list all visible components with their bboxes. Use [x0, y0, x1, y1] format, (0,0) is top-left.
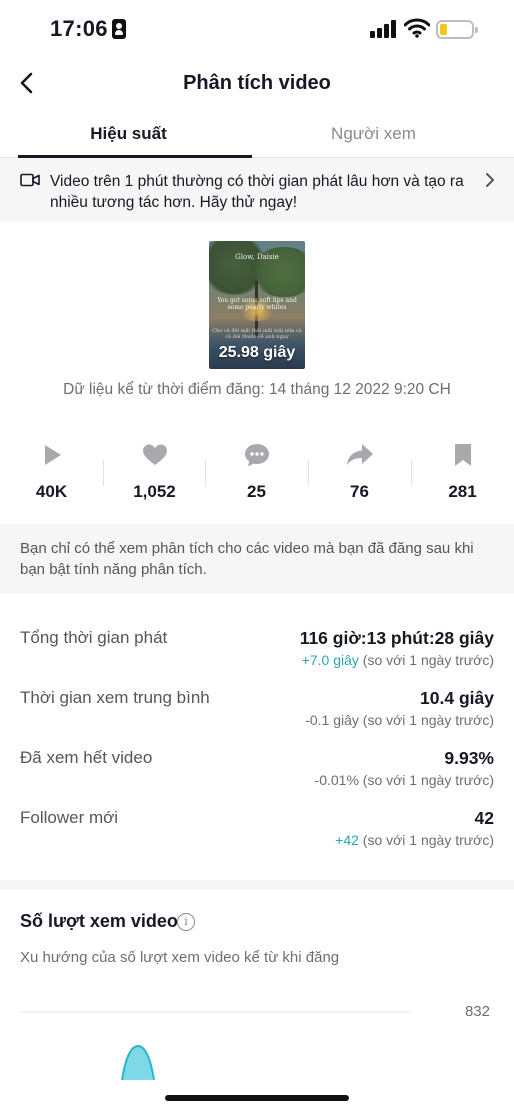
chart-y-max-label: 832: [464, 1003, 490, 1020]
thumbnail-brand-text: Glow, Daisie: [235, 253, 279, 261]
views-section-title: Số lượt xem video: [20, 911, 178, 931]
battery-icon: [436, 20, 478, 39]
metric-watched-full-video: Đã xem hết video 9.93% -0.01% (so với 1 …: [0, 748, 514, 808]
stat-shares: 76: [308, 438, 411, 502]
chevron-right-icon: [486, 173, 494, 187]
cellular-signal-icon: [370, 20, 398, 38]
stat-comments-value: 25: [247, 482, 266, 501]
share-arrow-icon: [346, 444, 373, 465]
analytics-notice: Bạn chỉ có thể xem phân tích cho các vid…: [0, 524, 514, 594]
metric-delta: +7.0 giây (so với 1 ngày trước): [301, 652, 494, 668]
info-icon[interactable]: i: [177, 913, 195, 931]
video-duration: 25.98 giây: [218, 344, 296, 361]
stat-saves-value: 281: [448, 482, 477, 501]
top-nav: Phân tích video: [0, 60, 514, 110]
metric-label: Thời gian xem trung bình: [20, 688, 210, 707]
page-title: Phân tích video: [183, 72, 331, 94]
status-time: 17:06: [50, 16, 108, 41]
video-thumbnail[interactable]: Glow, Daisie You got some soft lips and …: [209, 241, 305, 369]
status-bar: 17:06: [0, 0, 514, 60]
metric-new-followers: Follower mới 42 +42 (so với 1 ngày trước…: [0, 808, 514, 868]
stat-comments: 25: [205, 438, 308, 502]
metric-average-watch-time: Thời gian xem trung bình 10.4 giây -0.1 …: [0, 688, 514, 748]
section-divider: [0, 880, 514, 890]
stat-plays-value: 40K: [35, 482, 68, 501]
stat-saves: 281: [411, 438, 514, 502]
tab-performance[interactable]: Hiệu suất: [0, 124, 257, 144]
analytics-notice-text: Bạn chỉ có thể xem phân tích cho các vid…: [20, 540, 474, 578]
metric-delta: -0.01% (so với 1 ngày trước): [314, 772, 494, 788]
tab-viewers[interactable]: Người xem: [245, 124, 502, 144]
metric-label: Tổng thời gian phát: [20, 628, 168, 647]
engagement-stats: 40K 1,052 25 76 281: [0, 438, 514, 510]
heart-icon: [142, 444, 167, 465]
views-section-subtitle: Xu hướng của số lượt xem video kể từ khi…: [20, 949, 340, 966]
contact-card-icon: [112, 19, 126, 39]
play-icon: [44, 445, 61, 465]
metric-label: Đã xem hết video: [20, 748, 153, 767]
views-chart: 832: [0, 990, 514, 1081]
metric-label: Follower mới: [20, 808, 119, 827]
thumbnail-caption-1: You got some soft lips and some pearly w…: [217, 297, 297, 311]
tip-banner[interactable]: Video trên 1 phút thường có thời gian ph…: [0, 158, 514, 222]
posted-date-text: Dữ liệu kể từ thời điểm đăng: 14 tháng 1…: [63, 381, 451, 398]
stat-plays: 40K: [0, 438, 103, 502]
video-camera-icon: [20, 173, 40, 187]
metric-delta: -0.1 giây (so với 1 ngày trước): [305, 712, 494, 728]
metric-total-play-time: Tổng thời gian phát 116 giờ:13 phút:28 g…: [0, 628, 514, 688]
tip-banner-text: Video trên 1 phút thường có thời gian ph…: [50, 173, 464, 211]
stat-shares-value: 76: [350, 482, 369, 501]
home-indicator[interactable]: [165, 1095, 349, 1101]
stat-likes: 1,052: [103, 438, 206, 502]
tab-bar: Hiệu suất Người xem: [0, 112, 514, 158]
wifi-icon: [404, 18, 430, 38]
metric-value: 10.4 giây: [420, 688, 494, 708]
bookmark-icon: [454, 444, 471, 466]
metric-value: 116 giờ:13 phút:28 giây: [299, 628, 494, 648]
metric-value: 9.93%: [444, 748, 494, 768]
metric-value: 42: [474, 808, 494, 828]
chart-area: [122, 1046, 154, 1080]
stat-likes-value: 1,052: [133, 482, 176, 501]
comment-icon: [244, 444, 269, 467]
metric-delta: +42 (so với 1 ngày trước): [335, 832, 494, 848]
thumbnail-caption-2: Cho cả đời mãi thôi mãi mãi nữa và cả đờ…: [212, 328, 302, 340]
views-chart-svg: [20, 1011, 410, 1081]
